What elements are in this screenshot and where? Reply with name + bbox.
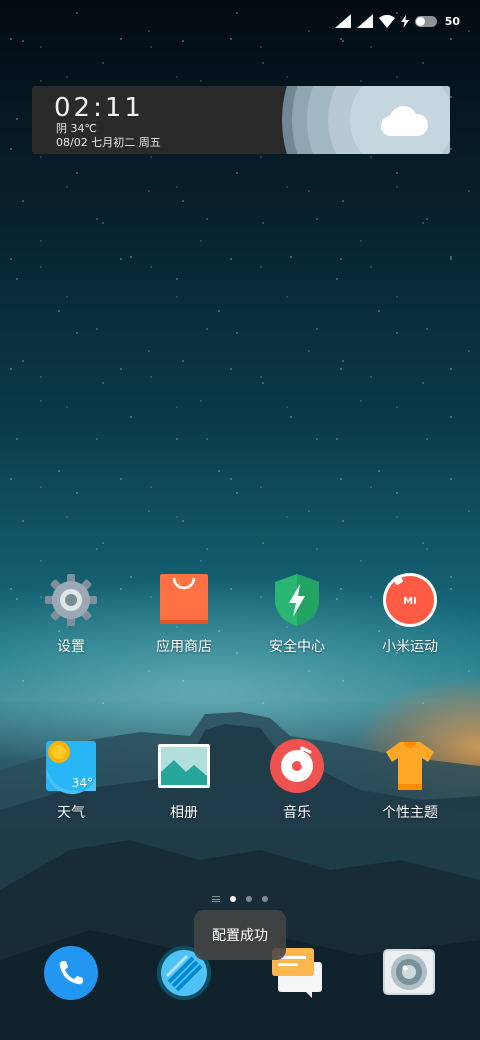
menu-icon bbox=[212, 896, 220, 902]
battery-toggle-icon bbox=[414, 15, 437, 27]
clock-weather-widget[interactable]: 02:11 阴 34℃ 08/02 七月初二 周五 bbox=[32, 86, 450, 154]
date-text: 08/02 七月初二 周五 bbox=[56, 136, 161, 149]
page-dot bbox=[246, 896, 252, 902]
music-icon bbox=[270, 739, 324, 793]
svg-text:MI: MI bbox=[403, 596, 417, 607]
charging-icon bbox=[400, 14, 409, 28]
app-weather[interactable]: 34° 天气 bbox=[21, 738, 121, 822]
camera-icon[interactable] bbox=[382, 946, 436, 1000]
app-music[interactable]: 音乐 bbox=[247, 738, 347, 822]
app-label: 安全中心 bbox=[269, 639, 325, 655]
app-label: 个性主题 bbox=[382, 805, 438, 821]
page-indicator[interactable] bbox=[0, 896, 480, 902]
app-label: 音乐 bbox=[283, 805, 311, 821]
weather-icon-temp: 34° bbox=[72, 776, 93, 790]
clock-time: 02:11 bbox=[54, 93, 144, 123]
weather-icon: 34° bbox=[46, 741, 96, 794]
app-store[interactable]: 应用商店 bbox=[134, 572, 234, 656]
battery-level: 50 bbox=[444, 14, 460, 28]
shield-icon bbox=[275, 574, 319, 626]
app-label: 应用商店 bbox=[156, 639, 212, 655]
app-gallery[interactable]: 相册 bbox=[134, 738, 234, 822]
tshirt-icon bbox=[386, 742, 434, 790]
app-settings[interactable]: 设置 bbox=[21, 572, 121, 656]
wifi-icon bbox=[378, 14, 395, 28]
page-dot-active bbox=[230, 896, 236, 902]
shopping-bag-icon bbox=[160, 574, 208, 624]
app-themes[interactable]: 个性主题 bbox=[360, 738, 460, 822]
signal-icon bbox=[356, 14, 373, 28]
app-security-center[interactable]: 安全中心 bbox=[247, 572, 347, 656]
gallery-icon bbox=[158, 744, 210, 788]
page-dot bbox=[262, 896, 268, 902]
app-label: 天气 bbox=[57, 805, 85, 821]
signal-icon bbox=[334, 14, 351, 28]
app-label: 设置 bbox=[57, 639, 85, 655]
mi-fit-icon: MI bbox=[383, 573, 437, 627]
app-label: 小米运动 bbox=[382, 639, 438, 655]
status-bar: 50 bbox=[334, 10, 460, 32]
cloud-icon bbox=[381, 106, 428, 137]
app-label: 相册 bbox=[170, 805, 198, 821]
toast-message: 配置成功 bbox=[194, 910, 286, 960]
phone-icon[interactable] bbox=[44, 946, 98, 1000]
gear-icon bbox=[45, 574, 97, 626]
app-mi-fit[interactable]: MI 小米运动 bbox=[360, 572, 460, 656]
